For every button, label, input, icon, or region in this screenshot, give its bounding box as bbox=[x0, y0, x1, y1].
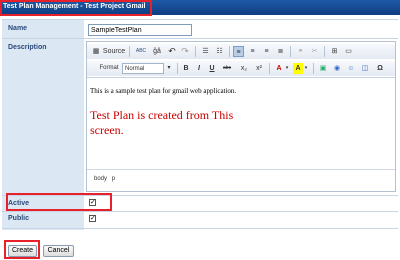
underline-button[interactable]: U bbox=[207, 63, 217, 74]
smiley-icon[interactable]: ☺ bbox=[346, 63, 356, 74]
align-left-icon[interactable]: ≡ bbox=[233, 46, 244, 57]
toolbar-separator bbox=[229, 46, 230, 57]
page-title: Test Plan Management - Test Project Gmai… bbox=[3, 3, 146, 10]
row-divider bbox=[2, 211, 398, 212]
create-button[interactable]: Create bbox=[8, 245, 37, 257]
chevron-down-icon[interactable]: ▾ bbox=[303, 63, 309, 74]
redo-icon[interactable]: ↷ bbox=[180, 46, 190, 57]
table-icon[interactable]: ⊞ bbox=[329, 46, 340, 57]
path-p[interactable]: p bbox=[112, 176, 115, 182]
active-label: Active bbox=[8, 200, 30, 207]
strikethrough-button[interactable]: abc bbox=[220, 63, 234, 74]
annotation-text: Test Plan is created from This screen. bbox=[90, 108, 283, 142]
superscript-button[interactable]: x² bbox=[253, 63, 265, 74]
annotation-line-2: screen. bbox=[90, 123, 124, 137]
source-button[interactable]: Source bbox=[102, 46, 126, 57]
toolbar-separator bbox=[324, 46, 325, 57]
toolbar-separator bbox=[129, 46, 130, 57]
name-label: Name bbox=[8, 25, 28, 32]
toolbar-separator bbox=[177, 63, 178, 74]
row-divider bbox=[2, 38, 398, 39]
align-right-icon[interactable]: ≡ bbox=[261, 46, 272, 57]
description-editor[interactable]: ▦ Source ABC ĝă ↶ ↷ ☰ ☷ ≡ ≡ ≡ ≣ ⚭ ✂ ⊞ ▭ … bbox=[86, 41, 396, 192]
toolbar-separator bbox=[313, 63, 314, 74]
align-justify-icon[interactable]: ≣ bbox=[275, 46, 286, 57]
undo-icon[interactable]: ↶ bbox=[167, 46, 177, 57]
header-bar: Test Plan Management - Test Project Gmai… bbox=[0, 0, 400, 15]
row-divider bbox=[2, 228, 398, 229]
format-select[interactable]: Normal bbox=[122, 63, 164, 74]
image-icon[interactable]: ▣ bbox=[318, 63, 328, 74]
row-divider bbox=[2, 195, 398, 196]
toolbar-separator bbox=[195, 46, 196, 57]
flash-icon[interactable]: ◉ bbox=[332, 63, 342, 74]
annotation-line-1: Test Plan is created from This bbox=[90, 108, 234, 122]
align-center-icon[interactable]: ≡ bbox=[247, 46, 258, 57]
source-icon[interactable]: ▦ bbox=[91, 46, 101, 57]
editor-content-text: This is a sample test plan for gmail web… bbox=[90, 87, 237, 95]
bullet-list-icon[interactable]: ☷ bbox=[214, 46, 225, 57]
toolbar-divider bbox=[87, 77, 395, 78]
active-checkbox[interactable]: ✓ bbox=[89, 199, 96, 206]
public-checkbox[interactable]: ✓ bbox=[89, 215, 96, 222]
link-icon[interactable]: ⚭ bbox=[295, 46, 306, 57]
cancel-button[interactable]: Cancel bbox=[43, 245, 74, 257]
chevron-down-icon[interactable]: ▾ bbox=[165, 63, 173, 74]
toolbar-separator bbox=[269, 63, 270, 74]
unlink-icon[interactable]: ✂ bbox=[309, 46, 320, 57]
chevron-down-icon[interactable]: ▾ bbox=[284, 63, 290, 74]
description-label: Description bbox=[8, 44, 47, 51]
format-label: Format bbox=[99, 65, 119, 71]
row-divider bbox=[2, 19, 398, 20]
special-char-icon[interactable]: Ω bbox=[374, 63, 386, 74]
name-input[interactable] bbox=[88, 24, 192, 36]
path-body[interactable]: body bbox=[94, 176, 107, 182]
bold-button[interactable]: B bbox=[181, 63, 191, 74]
spellcheck-icon[interactable]: ABC bbox=[134, 46, 148, 57]
numbered-list-icon[interactable]: ☰ bbox=[200, 46, 211, 57]
text-color-button[interactable]: A bbox=[274, 63, 284, 74]
maximize-icon[interactable]: ◫ bbox=[360, 63, 370, 74]
editor-toolbar-2: Format Normal ▾ B I U abc x₂ x² A ▾ A ▾ … bbox=[87, 61, 395, 76]
find-icon[interactable]: ĝă bbox=[151, 46, 163, 57]
italic-button[interactable]: I bbox=[194, 63, 204, 74]
public-label: Public bbox=[8, 215, 30, 222]
element-path: body p bbox=[94, 176, 115, 182]
editor-toolbar-1: ▦ Source ABC ĝă ↶ ↷ ☰ ☷ ≡ ≡ ≡ ≣ ⚭ ✂ ⊞ ▭ bbox=[87, 44, 395, 59]
toolbar-separator bbox=[290, 46, 291, 57]
editor-status-divider bbox=[87, 169, 395, 170]
horizontal-rule-icon[interactable]: ▭ bbox=[343, 46, 354, 57]
background-color-button[interactable]: A bbox=[293, 63, 303, 74]
subscript-button[interactable]: x₂ bbox=[238, 63, 250, 74]
